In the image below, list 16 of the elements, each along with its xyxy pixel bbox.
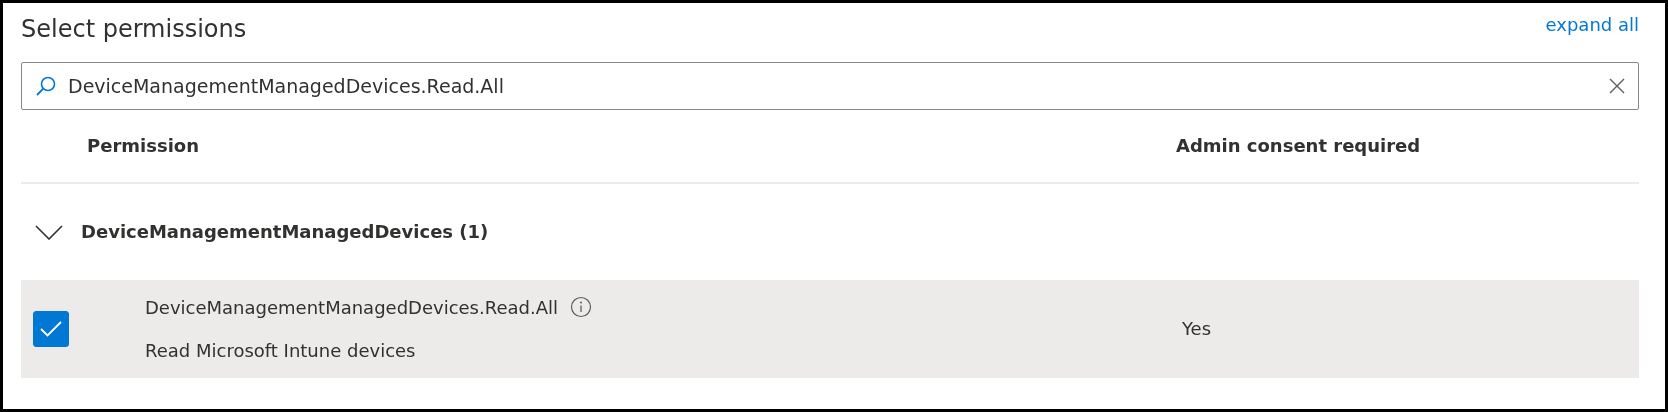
check-icon [40,320,62,337]
permission-row[interactable]: DeviceManagementManagedDevices.Read.All Read Microsoft Intune devices Yes [21,279,1639,378]
column-header: Permission [87,135,199,157]
permission-description: Read Microsoft Intune devices [145,338,417,363]
expand-all-link[interactable]: expand all [1545,3,1639,38]
column-header: Admin consent required [1176,135,1421,157]
chevron-down-icon[interactable] [35,223,63,240]
permission-name: DeviceManagementManagedDevices.Read.All [145,295,558,320]
search-field[interactable]: DeviceManagementManagedDevices.Read.All [21,61,1639,110]
checkbox[interactable] [33,310,69,347]
info-icon[interactable] [570,296,592,319]
consent-value: Yes [1182,317,1212,342]
close-icon[interactable] [1609,77,1625,94]
section-title: Select permissions [21,14,247,44]
group-label[interactable]: DeviceManagementManagedDevices (1) [81,218,489,246]
search-icon [35,74,57,97]
